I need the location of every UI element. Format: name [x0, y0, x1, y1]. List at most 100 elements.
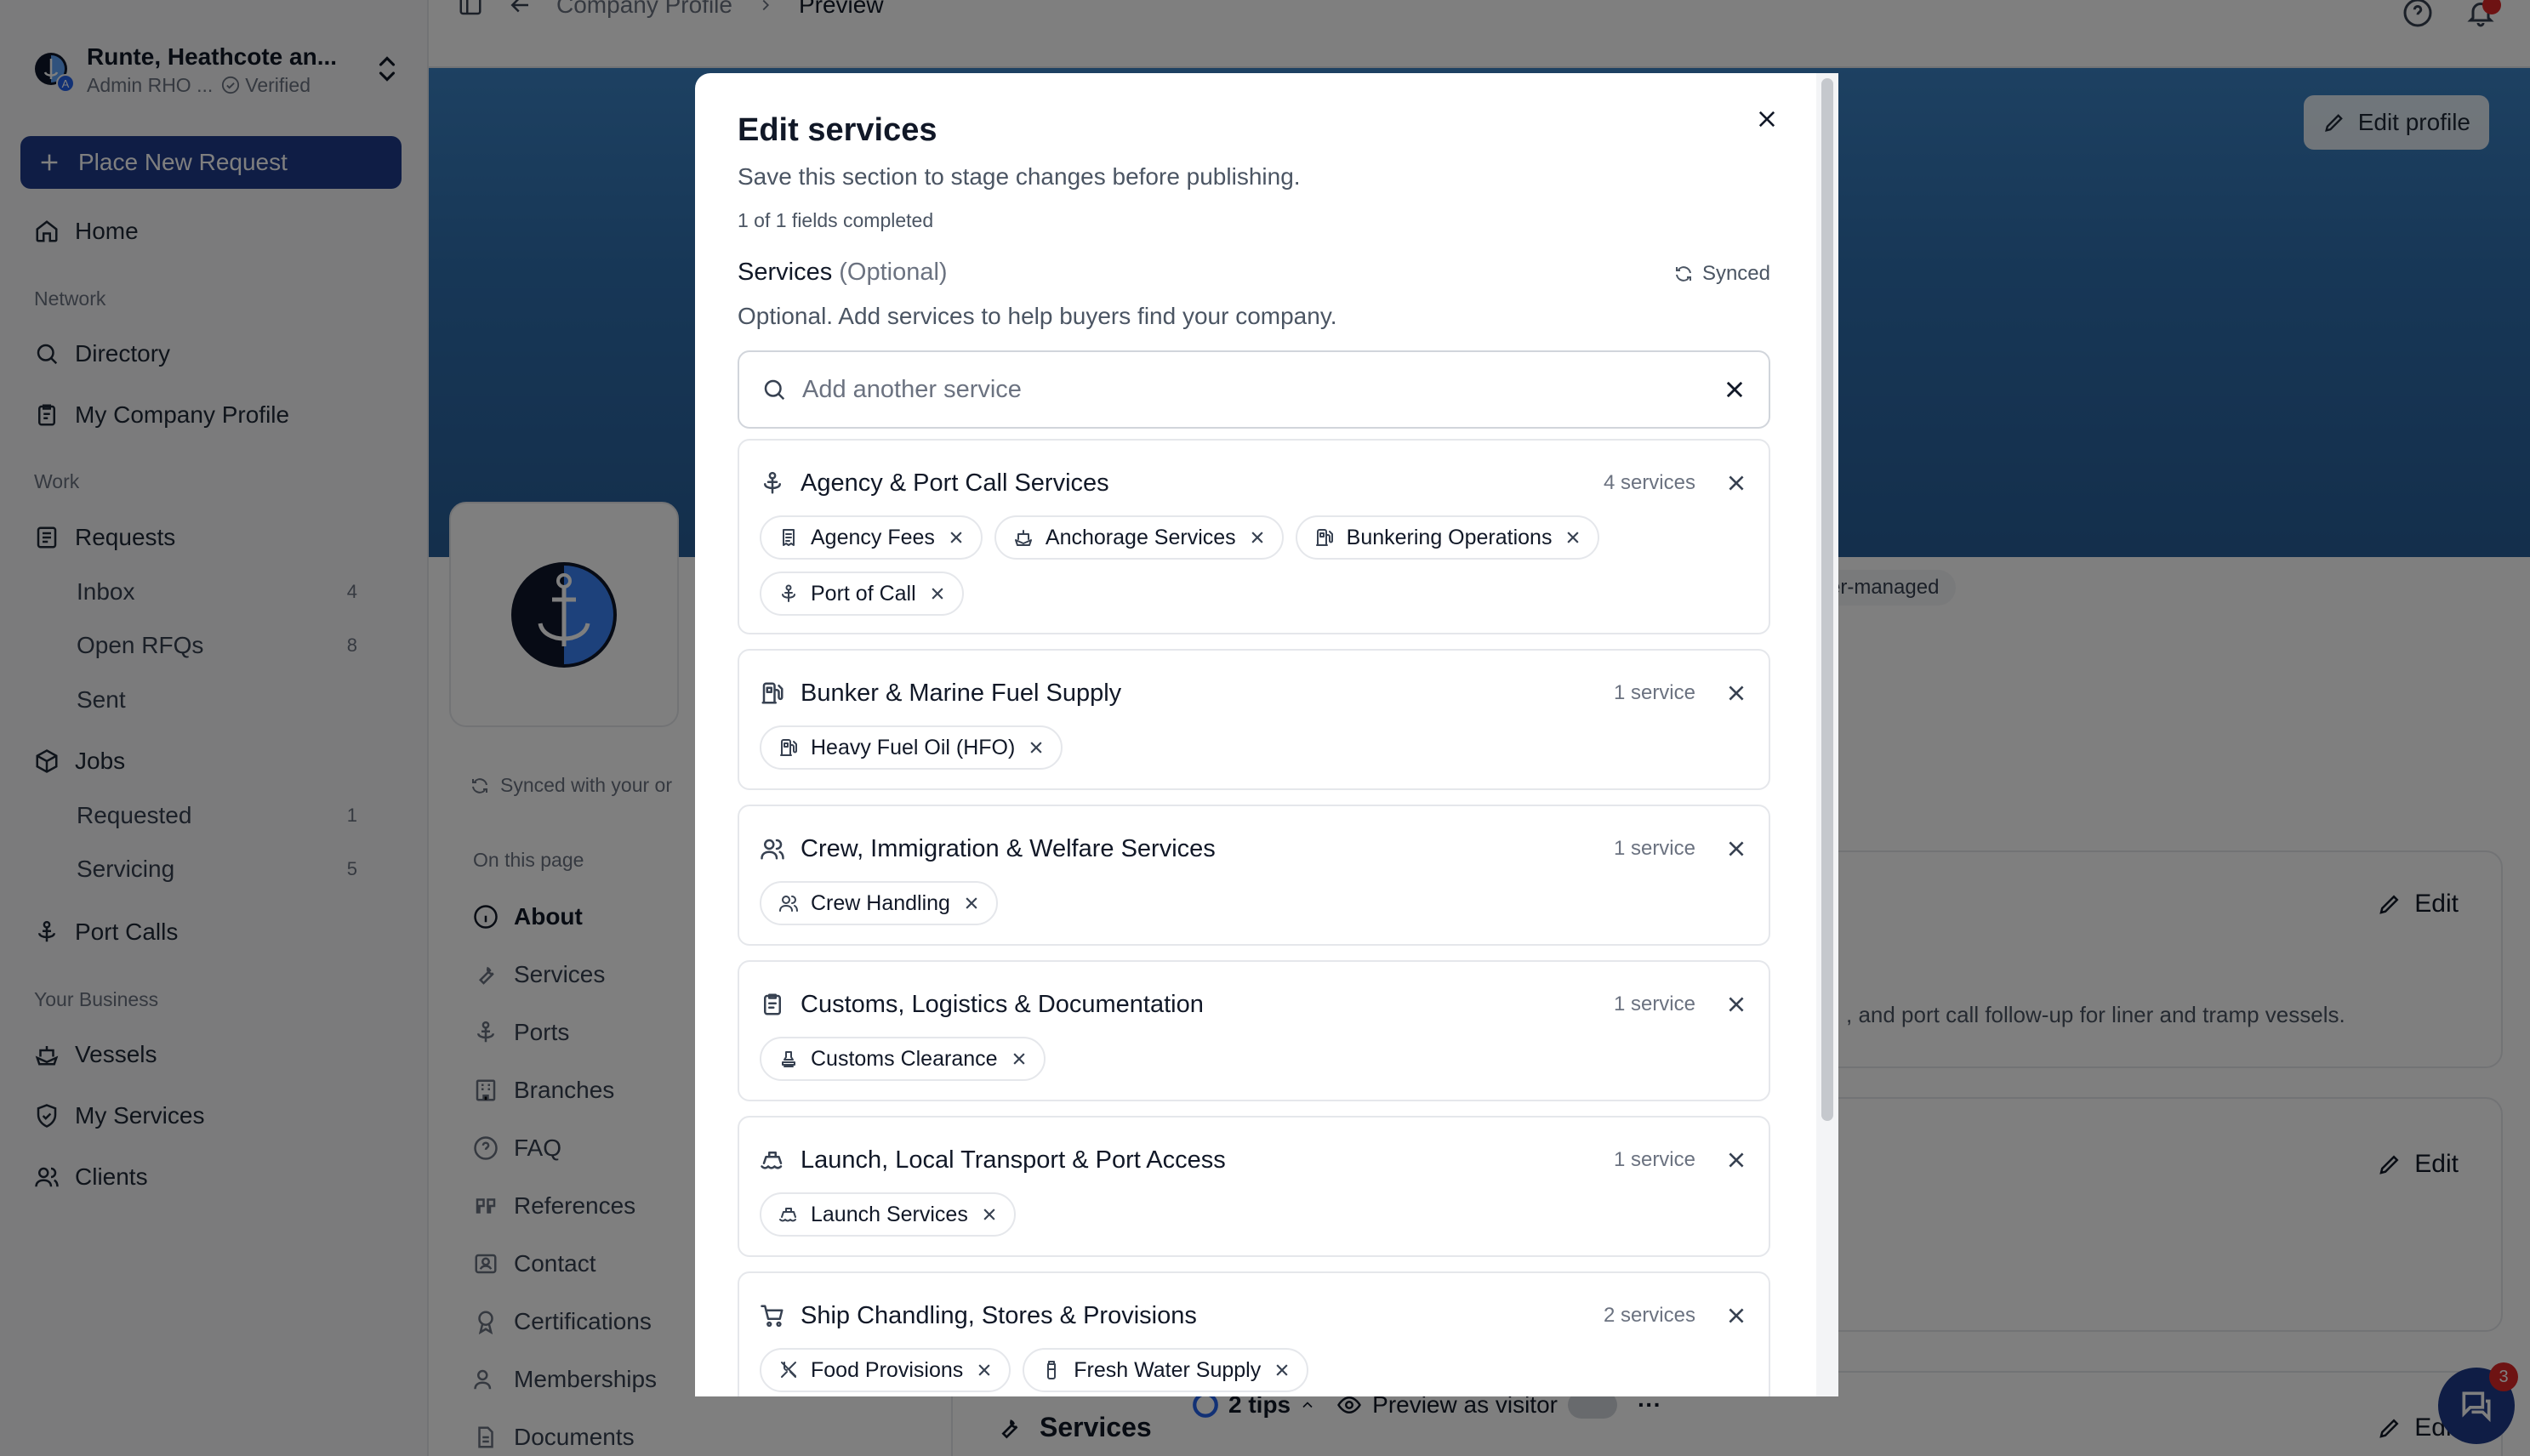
service-chip-label: Launch Services — [811, 1202, 968, 1226]
cart-icon — [761, 1305, 784, 1328]
remove-category-icon[interactable] — [1721, 1300, 1752, 1331]
category-name: Crew, Immigration & Welfare Services — [801, 834, 1216, 862]
refresh-icon — [1675, 266, 1691, 282]
fuel-icon — [1315, 529, 1333, 546]
service-chip-list: Launch Services — [760, 1192, 1748, 1237]
remove-service-icon[interactable] — [980, 1205, 999, 1224]
search-icon — [764, 379, 785, 401]
service-chip-label: Food Provisions — [811, 1357, 964, 1382]
service-search-input[interactable] — [802, 375, 1707, 404]
remove-category-icon[interactable] — [1721, 678, 1752, 708]
category-count: 1 service — [1613, 1148, 1695, 1171]
fields-progress: 1 of 1 fields completed — [738, 209, 934, 231]
users-icon — [779, 896, 798, 912]
services-help-text: Optional. Add services to help buyers fi… — [738, 303, 1337, 329]
category-name: Bunker & Marine Fuel Supply — [801, 679, 1122, 707]
service-category-card: Customs, Logistics & Documentation 1 serv… — [738, 960, 1770, 1101]
service-category-card: Agency & Port Call Services 4 services Age… — [738, 439, 1770, 634]
remove-service-icon[interactable] — [1248, 528, 1267, 547]
category-count: 1 service — [1613, 992, 1695, 1015]
category-count: 1 service — [1613, 837, 1695, 860]
clipboard-icon — [764, 993, 781, 1015]
services-field-label: Services (Optional) — [738, 259, 948, 287]
anchor-icon — [764, 471, 781, 494]
category-count: 1 service — [1613, 681, 1695, 704]
boat-icon — [761, 1152, 783, 1169]
service-chip: Food Provisions — [760, 1348, 1011, 1392]
service-category-card: Ship Chandling, Stores & Provisions 2 ser… — [738, 1271, 1770, 1396]
service-chip-label: Customs Clearance — [811, 1046, 998, 1071]
stamp-icon — [782, 1051, 795, 1067]
service-chip: Port of Call — [760, 572, 964, 616]
service-search-box — [738, 350, 1770, 429]
remove-category-icon[interactable] — [1721, 468, 1752, 498]
service-chip: Anchorage Services — [994, 515, 1284, 560]
service-chip-label: Anchorage Services — [1045, 525, 1236, 549]
services-label: Services — [738, 259, 833, 286]
category-name: Agency & Port Call Services — [801, 469, 1109, 497]
service-chip-label: Port of Call — [811, 581, 916, 606]
service-chip: Fresh Water Supply — [1023, 1348, 1309, 1392]
service-chip-label: Bunkering Operations — [1346, 525, 1553, 549]
service-chip: Heavy Fuel Oil (HFO) — [760, 725, 1063, 770]
service-category-card: Crew, Immigration & Welfare Services 1 se… — [738, 805, 1770, 946]
service-chip-list: Heavy Fuel Oil (HFO) — [760, 725, 1748, 770]
remove-category-icon[interactable] — [1721, 833, 1752, 864]
remove-service-icon[interactable] — [947, 528, 966, 547]
service-category-card: Bunker & Marine Fuel Supply 1 service Heav… — [738, 649, 1770, 790]
remove-category-icon[interactable] — [1721, 1145, 1752, 1175]
category-name: Ship Chandling, Stores & Provisions — [801, 1301, 1197, 1329]
modal-title: Edit services — [738, 112, 937, 148]
utensils-icon — [781, 1362, 796, 1378]
remove-service-icon[interactable] — [1027, 738, 1046, 757]
category-header: Ship Chandling, Stores & Provisions 2 ser… — [760, 1299, 1752, 1333]
close-icon — [1758, 111, 1775, 128]
category-header: Launch, Local Transport & Port Access 1 s… — [760, 1143, 1752, 1177]
modal-scrollbar[interactable] — [1816, 73, 1838, 1396]
service-category-card: Launch, Local Transport & Port Access 1 s… — [738, 1116, 1770, 1257]
fuel-icon — [761, 682, 784, 704]
service-chip-list: Food Provisions Fresh Water Supply — [760, 1348, 1748, 1392]
optional-label: (Optional) — [839, 259, 948, 286]
fuel-icon — [780, 739, 797, 756]
bottle-icon — [1047, 1361, 1057, 1379]
category-header: Agency & Port Call Services 4 services — [760, 466, 1752, 500]
service-chip-label: Heavy Fuel Oil (HFO) — [811, 735, 1016, 759]
service-chip-label: Crew Handling — [811, 890, 950, 915]
boat-icon — [779, 1208, 796, 1222]
category-count: 2 services — [1603, 1304, 1695, 1327]
clear-search-icon[interactable] — [1723, 378, 1746, 401]
anchor-icon — [782, 584, 795, 602]
synced-status: Synced — [1673, 262, 1770, 286]
remove-service-icon[interactable] — [962, 894, 981, 913]
remove-service-icon[interactable] — [975, 1361, 994, 1379]
remove-service-icon[interactable] — [1010, 1049, 1029, 1068]
synced-label: Synced — [1701, 262, 1770, 285]
service-chip: Bunkering Operations — [1295, 515, 1600, 560]
service-chip-label: Fresh Water Supply — [1074, 1357, 1262, 1382]
service-chip-list: Crew Handling — [760, 881, 1748, 925]
modal-close-button[interactable] — [1750, 102, 1784, 136]
service-chip-label: Agency Fees — [811, 525, 935, 549]
users-icon — [761, 839, 784, 860]
modal-subtitle: Save this section to stage changes befor… — [738, 163, 1301, 190]
remove-category-icon[interactable] — [1721, 989, 1752, 1020]
service-chip: Crew Handling — [760, 881, 998, 925]
category-name: Launch, Local Transport & Port Access — [801, 1146, 1226, 1174]
category-count: 4 services — [1603, 471, 1695, 494]
service-chip: Agency Fees — [760, 515, 983, 560]
receipt-icon — [783, 529, 795, 546]
ship-icon — [1014, 530, 1032, 546]
category-header: Customs, Logistics & Documentation 1 serv… — [760, 987, 1752, 1021]
modal-scrollbar-thumb[interactable] — [1821, 78, 1833, 1121]
service-chip-list: Customs Clearance — [760, 1037, 1748, 1081]
service-chip: Customs Clearance — [760, 1037, 1046, 1081]
remove-service-icon[interactable] — [1564, 528, 1582, 547]
category-name: Customs, Logistics & Documentation — [801, 990, 1204, 1018]
remove-service-icon[interactable] — [1273, 1361, 1291, 1379]
category-header: Bunker & Marine Fuel Supply 1 service — [760, 676, 1752, 710]
category-header: Crew, Immigration & Welfare Services 1 se… — [760, 832, 1752, 866]
remove-service-icon[interactable] — [928, 584, 947, 603]
service-chip: Launch Services — [760, 1192, 1016, 1237]
edit-services-modal: Edit services Save this section to stage… — [695, 73, 1838, 1396]
